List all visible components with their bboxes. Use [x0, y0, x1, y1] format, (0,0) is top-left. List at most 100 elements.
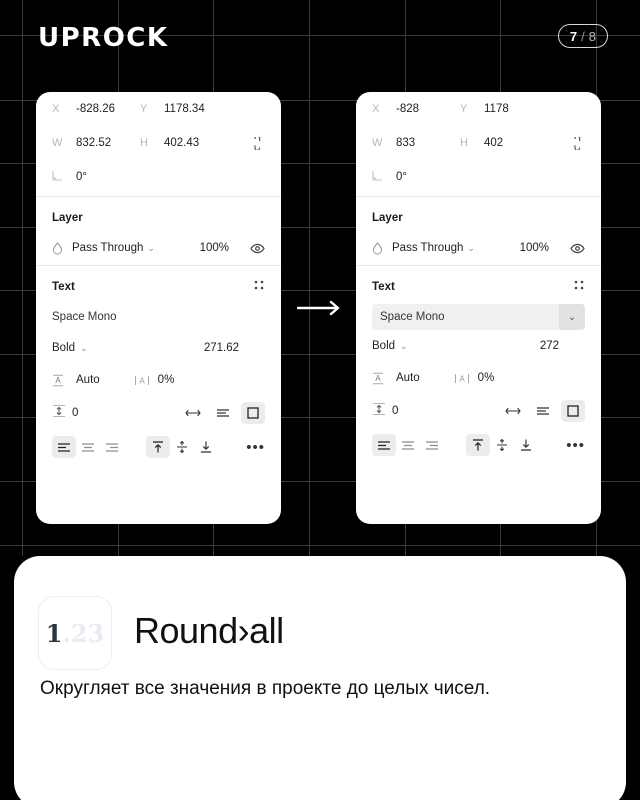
- opacity-value[interactable]: 100%: [200, 242, 229, 254]
- type-settings-icon[interactable]: [573, 278, 585, 296]
- font-family-value: Space Mono: [52, 311, 117, 323]
- align-bottom-icon[interactable]: [514, 434, 538, 456]
- auto-height-icon[interactable]: [211, 402, 235, 424]
- rotation-value: 0°: [76, 171, 87, 183]
- line-height-icon: A: [372, 372, 392, 385]
- font-weight-row: Bold ⌄ 272: [372, 330, 585, 362]
- layer-title: Layer: [52, 212, 83, 224]
- page-total: 8: [588, 28, 596, 44]
- chevron-down-icon[interactable]: ⌄: [400, 341, 408, 352]
- text-title: Text: [372, 281, 395, 293]
- position-row: X -828 Y 1178: [372, 92, 585, 126]
- paragraph-spacing-icon: [52, 404, 66, 423]
- alignment-row: •••: [52, 430, 265, 464]
- plugin-description: Округляет все значения в проекте до целы…: [40, 678, 491, 699]
- eye-icon[interactable]: [249, 243, 265, 254]
- blend-mode-row[interactable]: Pass Through ⌄ 100%: [372, 233, 585, 263]
- panel-divider: [356, 196, 601, 197]
- x-field[interactable]: X -828.26: [52, 103, 140, 115]
- line-height-value[interactable]: Auto: [396, 372, 420, 384]
- proportion-unlock-icon[interactable]: [569, 135, 585, 151]
- y-label: Y: [140, 103, 148, 115]
- font-size-value[interactable]: 271.62: [204, 342, 239, 354]
- figma-panel-before: X -828.26 Y 1178.34 W 832.52 H 402.43 0°…: [36, 92, 281, 524]
- text-section-header: Text: [52, 272, 265, 302]
- height-field[interactable]: H 402.43: [140, 137, 228, 149]
- y-field[interactable]: Y 1178.34: [140, 103, 228, 115]
- blend-mode-row[interactable]: Pass Through ⌄ 100%: [52, 233, 265, 263]
- auto-width-icon[interactable]: [501, 400, 525, 422]
- auto-height-icon[interactable]: [531, 400, 555, 422]
- w-value: 832.52: [76, 137, 112, 149]
- y-field[interactable]: Y 1178: [460, 103, 548, 115]
- layer-section-header: Layer: [52, 203, 265, 233]
- x-field[interactable]: X -828: [372, 103, 460, 115]
- align-middle-icon[interactable]: [490, 434, 514, 456]
- auto-width-icon[interactable]: [181, 402, 205, 424]
- rotation-row[interactable]: 0°: [372, 160, 585, 194]
- h-label: H: [460, 137, 468, 149]
- letter-spacing-value[interactable]: 0%: [478, 372, 495, 384]
- font-weight-value[interactable]: Bold: [372, 340, 395, 352]
- proportion-unlock-icon[interactable]: [249, 135, 265, 151]
- letter-spacing-value[interactable]: 0%: [158, 374, 175, 386]
- width-field[interactable]: W 833: [372, 137, 460, 149]
- svg-text:A: A: [459, 374, 465, 383]
- y-value: 1178: [484, 103, 509, 115]
- align-center-icon[interactable]: [396, 434, 420, 456]
- align-right-icon[interactable]: [420, 434, 444, 456]
- chevron-down-icon[interactable]: ⌄: [559, 304, 585, 330]
- layer-title: Layer: [372, 212, 403, 224]
- font-weight-value[interactable]: Bold: [52, 342, 75, 354]
- chevron-down-icon[interactable]: ⌄: [467, 243, 475, 254]
- opacity-value[interactable]: 100%: [520, 242, 549, 254]
- chevron-down-icon[interactable]: ⌄: [147, 243, 155, 254]
- align-top-icon[interactable]: [466, 434, 490, 456]
- align-left-icon[interactable]: [372, 434, 396, 456]
- width-field[interactable]: W 832.52: [52, 137, 140, 149]
- paragraph-spacing-value[interactable]: 0: [72, 407, 78, 419]
- blend-mode-value: Pass Through: [392, 242, 464, 254]
- fixed-size-icon[interactable]: [561, 400, 585, 422]
- h-label: H: [140, 137, 148, 149]
- align-right-icon[interactable]: [100, 436, 124, 458]
- align-top-icon[interactable]: [146, 436, 170, 458]
- w-label: W: [372, 137, 383, 149]
- slide-header: UPROCK 7 / 8: [0, 0, 640, 70]
- eye-icon[interactable]: [569, 243, 585, 254]
- text-section-header: Text: [372, 272, 585, 302]
- height-field[interactable]: H 402: [460, 137, 548, 149]
- font-family-field[interactable]: Space Mono ⌄: [372, 304, 585, 330]
- fixed-size-icon[interactable]: [241, 402, 265, 424]
- align-left-icon[interactable]: [52, 436, 76, 458]
- paragraph-resize-row: 0: [52, 396, 265, 430]
- plugin-title: Round›all: [134, 610, 284, 651]
- x-label: X: [52, 103, 60, 115]
- type-settings-icon[interactable]: [253, 278, 265, 296]
- page-current: 7: [569, 28, 578, 44]
- rotation-row[interactable]: 0°: [52, 160, 265, 194]
- uprock-logo: UPROCK: [38, 23, 169, 53]
- chevron-down-icon[interactable]: ⌄: [80, 343, 88, 354]
- line-height-value[interactable]: Auto: [76, 374, 100, 386]
- y-value: 1178.34: [164, 103, 205, 115]
- x-label: X: [372, 103, 380, 115]
- align-bottom-icon[interactable]: [194, 436, 218, 458]
- w-label: W: [52, 137, 63, 149]
- more-options-icon[interactable]: •••: [246, 440, 265, 455]
- paragraph-spacing-value[interactable]: 0: [392, 405, 398, 417]
- align-middle-icon[interactable]: [170, 436, 194, 458]
- align-center-icon[interactable]: [76, 436, 100, 458]
- font-family-field[interactable]: Space Mono: [52, 302, 265, 332]
- more-options-icon[interactable]: •••: [566, 438, 585, 453]
- rotation-icon: [372, 170, 396, 184]
- font-size-value[interactable]: 272: [540, 340, 559, 352]
- h-value: 402.43: [164, 137, 200, 149]
- font-family-value: Space Mono: [380, 311, 445, 323]
- rotation-icon: [52, 170, 76, 184]
- letter-spacing-icon: A: [454, 372, 474, 385]
- text-title: Text: [52, 281, 75, 293]
- svg-text:A: A: [55, 376, 61, 385]
- w-value: 833: [396, 137, 416, 149]
- line-height-icon: A: [52, 374, 72, 387]
